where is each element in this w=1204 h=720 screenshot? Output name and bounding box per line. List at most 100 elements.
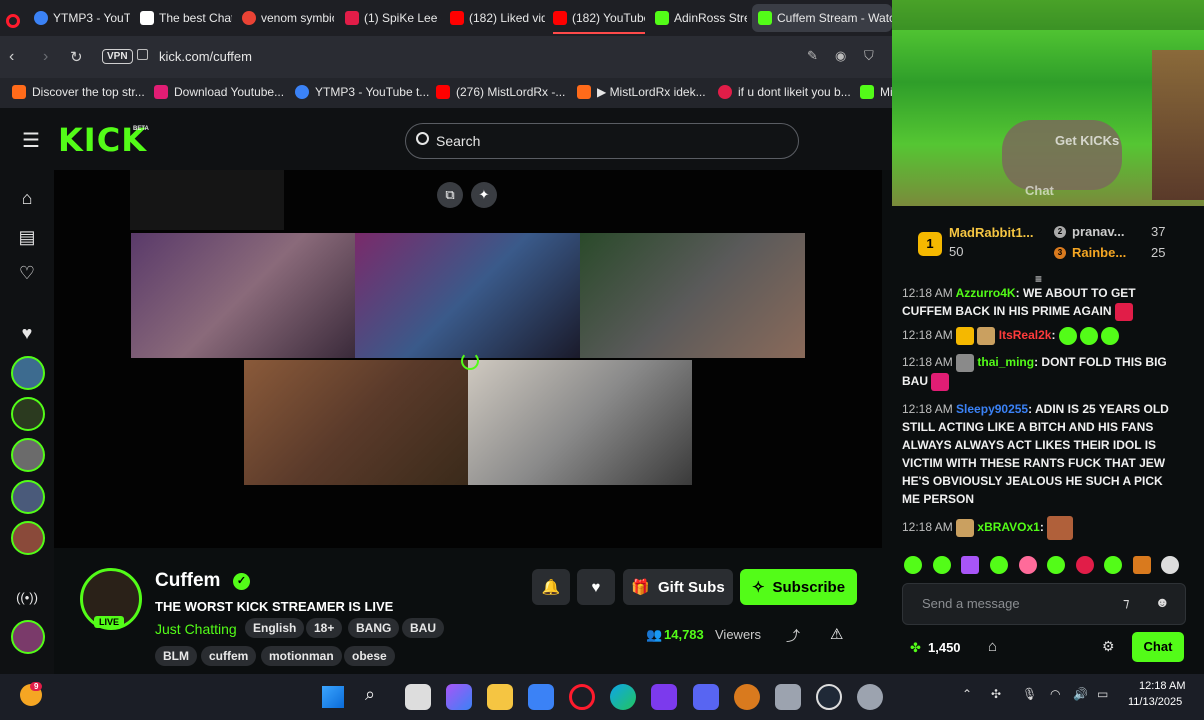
tab[interactable]: venom symbio xyxy=(242,4,334,32)
leaderboard-name[interactable]: pranav... xyxy=(1072,224,1125,239)
leaderboard-name[interactable]: MadRabbit1... xyxy=(949,225,1034,240)
bookmark-item[interactable]: ▶ MistLordRx idek... xyxy=(577,85,706,99)
notification-bell-button[interactable]: 🔔 xyxy=(532,569,570,605)
microphone-icon[interactable]: 🎙 xyxy=(1022,687,1037,701)
bookmark-item[interactable]: if u dont likeit you b... xyxy=(718,85,851,99)
emote-icon[interactable] xyxy=(1047,556,1065,574)
live-broadcast-icon[interactable]: ((•)) xyxy=(14,585,40,611)
shield-icon[interactable]: ⛉ xyxy=(864,48,874,64)
obs-icon[interactable] xyxy=(816,684,842,710)
emote-icon[interactable] xyxy=(1161,556,1179,574)
tag[interactable]: BLM xyxy=(155,646,197,666)
clock-time[interactable]: 12:18 AM xyxy=(1139,680,1185,692)
category-link[interactable]: Just Chatting xyxy=(155,621,237,637)
share-icon[interactable]: ⤴ xyxy=(786,626,800,646)
emote-icon[interactable] xyxy=(904,556,922,574)
followed-channel-avatar[interactable] xyxy=(11,397,45,431)
tag[interactable]: BAU xyxy=(402,618,444,638)
show-hidden-icons-chevron-icon[interactable]: ⌃ xyxy=(962,687,972,701)
tag[interactable]: English xyxy=(245,618,305,638)
bookmark-item[interactable]: Discover the top str... xyxy=(12,85,145,99)
tag[interactable]: 18+ xyxy=(306,618,343,638)
heart-icon[interactable]: ♡ xyxy=(14,260,40,286)
camera-app-icon[interactable] xyxy=(775,684,801,710)
camera-icon[interactable]: ◉ xyxy=(835,48,846,64)
edge-browser-icon[interactable] xyxy=(610,684,636,710)
favorites-heart-icon[interactable]: ♥ xyxy=(14,320,40,346)
emote-icon[interactable] xyxy=(1133,556,1151,574)
bookmark-item[interactable]: MistGodRx Stream - xyxy=(860,85,892,99)
gift-subs-button[interactable]: 🎁 Gift Subs xyxy=(623,569,733,605)
send-chat-button[interactable]: Chat xyxy=(1132,632,1184,662)
emote-icon[interactable] xyxy=(933,556,951,574)
tab[interactable]: AdinRoss Stre xyxy=(655,4,747,32)
sparkle-icon[interactable]: ✦ xyxy=(471,182,497,208)
followed-channel-avatar[interactable] xyxy=(11,438,45,472)
tab-active[interactable]: Cuffem Stream - Watch xyxy=(752,4,892,32)
vpn-badge[interactable]: VPN xyxy=(102,49,133,64)
task-view-icon[interactable] xyxy=(405,684,431,710)
subscribe-button[interactable]: ✧ Subscribe xyxy=(740,569,857,605)
tag[interactable]: BANG xyxy=(348,618,400,638)
emote-icon[interactable] xyxy=(961,556,979,574)
gift-icon: 🎁 xyxy=(631,579,650,596)
tab[interactable]: The best ChatB xyxy=(140,4,232,32)
chat-message-input[interactable]: Send a message ⁊ ☻ xyxy=(902,583,1186,625)
clip-icon[interactable]: ⧉ xyxy=(437,182,463,208)
file-explorer-icon[interactable] xyxy=(487,684,513,710)
home-icon[interactable]: ⌂ xyxy=(14,185,40,211)
reload-icon[interactable]: ↻ xyxy=(70,48,83,66)
report-icon[interactable]: ⚠ xyxy=(830,625,843,643)
app-icon[interactable] xyxy=(734,684,760,710)
opera-menu-icon[interactable] xyxy=(6,7,26,35)
followed-channel-avatar[interactable] xyxy=(11,356,45,390)
emote-icon[interactable] xyxy=(990,556,1008,574)
recommended-channel-avatar[interactable] xyxy=(11,620,45,654)
copilot-icon[interactable] xyxy=(446,684,472,710)
store-icon[interactable]: ⌂ xyxy=(988,638,997,655)
tag[interactable]: motionman xyxy=(261,646,342,666)
follow-button[interactable]: ♥ xyxy=(577,569,615,605)
clock-date[interactable]: 11/13/2025 xyxy=(1128,696,1182,708)
emote-icon[interactable] xyxy=(1104,556,1122,574)
emoji-icon[interactable]: ☻ xyxy=(1155,594,1170,610)
opera-browser-icon[interactable] xyxy=(569,684,595,710)
tag[interactable]: obese xyxy=(344,646,395,666)
mail-icon[interactable] xyxy=(528,684,554,710)
media-app-icon[interactable] xyxy=(651,684,677,710)
followed-channel-avatar[interactable] xyxy=(11,480,45,514)
following-icon[interactable]: ▤ xyxy=(14,224,40,250)
video-player[interactable]: ⧉ ✦ xyxy=(54,170,882,548)
followed-channel-avatar[interactable] xyxy=(11,521,45,555)
channel-name[interactable]: Cuffem xyxy=(155,570,220,592)
chat-settings-gear-icon[interactable]: ⚙ xyxy=(1102,638,1115,655)
emote-icon[interactable] xyxy=(1076,556,1094,574)
leaderboard-name[interactable]: Rainbe... xyxy=(1072,245,1126,260)
chrome-icon[interactable] xyxy=(857,684,883,710)
kick-emote-icon[interactable]: ⁊ xyxy=(1123,595,1129,611)
tab[interactable]: (182) YouTube xyxy=(553,4,645,34)
tab[interactable]: YTMP3 - YouTu xyxy=(34,4,130,32)
wifi-icon[interactable]: ◠ xyxy=(1050,687,1060,701)
tag[interactable]: cuffem xyxy=(201,646,257,666)
volume-icon[interactable]: 🔊 xyxy=(1073,687,1088,701)
kicks-balance[interactable]: 1,450 xyxy=(928,640,961,655)
discord-icon[interactable] xyxy=(693,684,719,710)
bookmark-item[interactable]: (276) MistLordRx -... xyxy=(436,85,565,99)
bookmark-item[interactable]: YTMP3 - YouTube t... xyxy=(295,85,429,99)
bell-icon: 🔔 xyxy=(541,579,561,596)
search-input[interactable]: Search xyxy=(405,123,799,159)
tray-app-icon[interactable]: ✣ xyxy=(991,687,1001,701)
forward-icon[interactable]: › xyxy=(43,48,48,66)
edit-icon[interactable]: ✎ xyxy=(807,48,818,64)
url-field[interactable]: kick.com/cuffem xyxy=(159,49,252,64)
windows-start-icon[interactable] xyxy=(322,686,344,708)
back-icon[interactable]: ‹ xyxy=(9,48,14,66)
battery-icon[interactable]: ▭ xyxy=(1097,687,1108,701)
tab[interactable]: (1) SpiKe Lee Jc xyxy=(345,4,441,32)
search-icon[interactable]: ⌕ xyxy=(365,684,375,705)
hamburger-menu-icon[interactable]: ☰ xyxy=(22,128,40,153)
bookmark-item[interactable]: Download Youtube... xyxy=(154,85,284,99)
emote-icon[interactable] xyxy=(1019,556,1037,574)
tab[interactable]: (182) Liked vide xyxy=(450,4,545,32)
